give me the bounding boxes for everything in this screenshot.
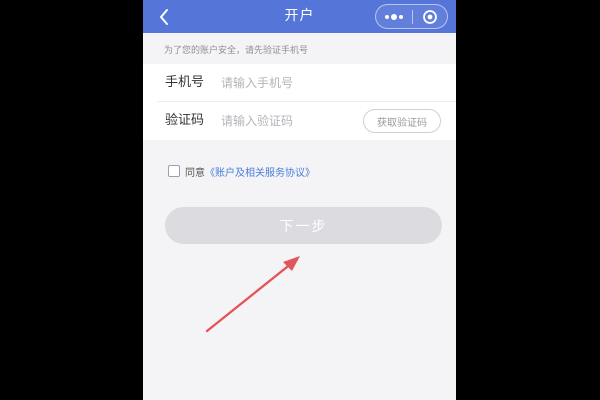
phone-input[interactable] <box>221 72 351 94</box>
code-input[interactable] <box>221 110 351 132</box>
agreement-prefix: 同意 <box>185 167 205 179</box>
verification-form: 手机号 验证码 获取验证码 <box>143 64 456 140</box>
get-code-button[interactable]: 获取验证码 <box>363 109 441 133</box>
more-dots-icon <box>384 13 403 20</box>
phone-row: 手机号 <box>143 64 456 102</box>
agreement-row: 同意 《账户及相关服务协议》 <box>168 163 315 179</box>
next-step-button[interactable]: 下一步 <box>165 207 442 244</box>
code-row: 验证码 获取验证码 <box>143 102 456 140</box>
navigation-bar: 开户 <box>143 0 456 33</box>
phone-screen: 开户 为了您的账户安全，请先验证手机号 手机号 请输入手机号 验证码 请输入验证… <box>143 0 456 400</box>
close-button[interactable] <box>412 5 447 28</box>
agreement-link[interactable]: 《账户及相关服务协议》 <box>205 164 315 179</box>
code-label: 验证码 <box>165 113 205 128</box>
security-tip: 为了您的账户安全，请先验证手机号 <box>164 46 309 56</box>
more-button[interactable] <box>376 5 412 28</box>
phone-label: 手机号 <box>165 75 205 90</box>
mini-program-capsule <box>375 4 448 29</box>
agreement-checkbox[interactable] <box>168 165 180 177</box>
target-circle-icon <box>422 9 437 24</box>
